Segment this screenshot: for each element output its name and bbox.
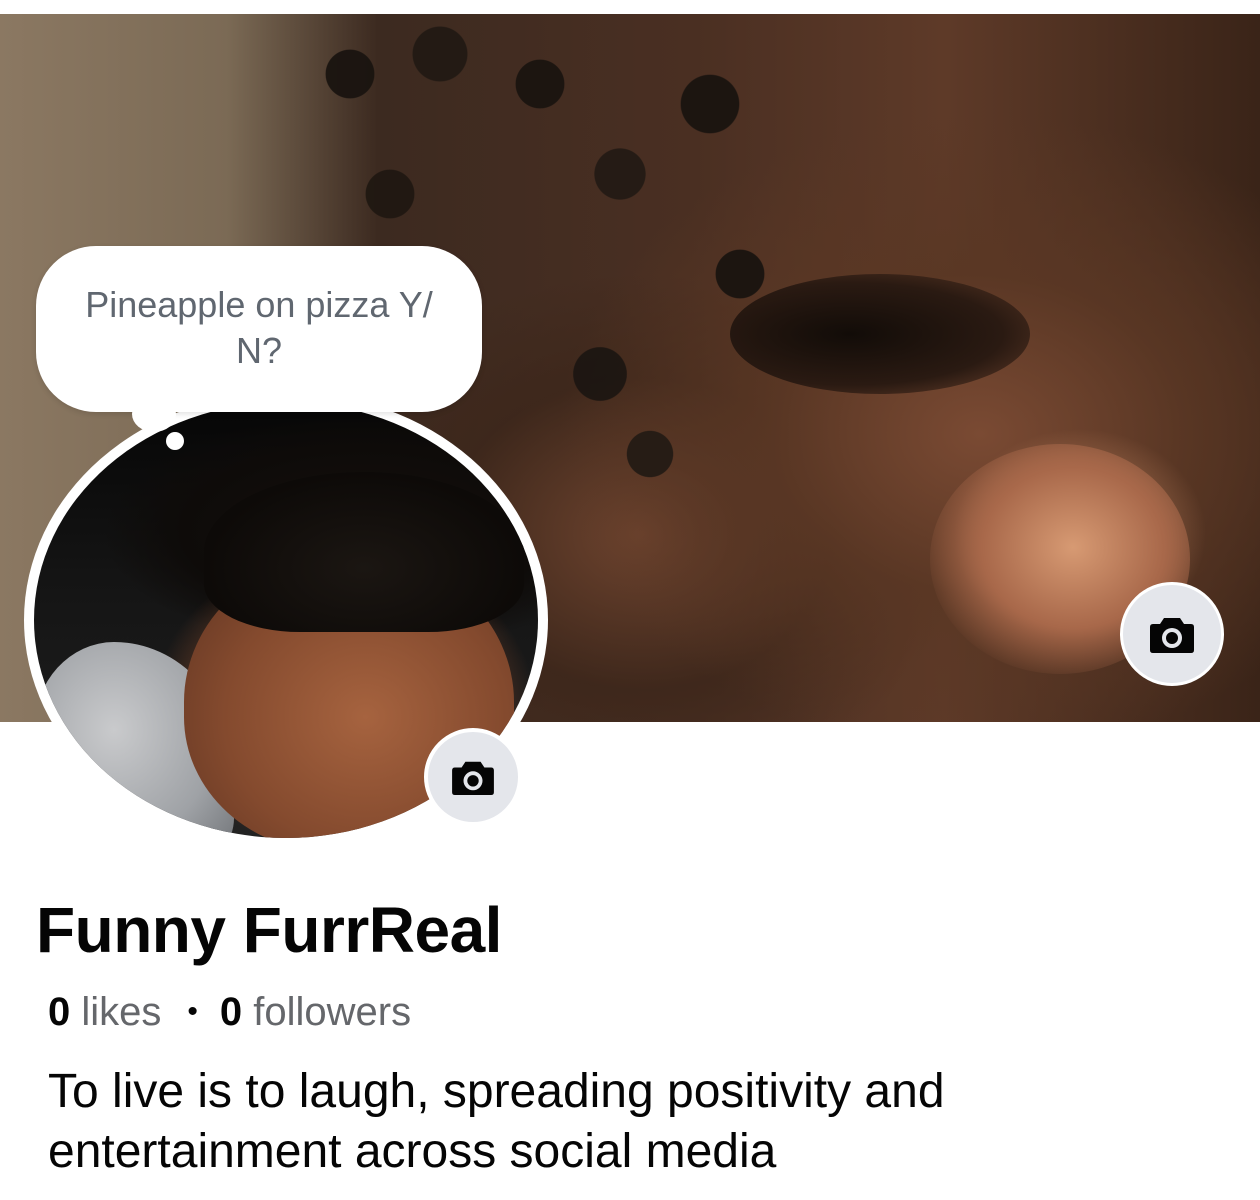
camera-icon: [1150, 618, 1194, 653]
thought-bubble-tail-small: [166, 432, 184, 450]
cover-photo-eye: [730, 274, 1030, 394]
followers-count: 0: [219, 990, 243, 1034]
stats-separator: •: [187, 995, 198, 1028]
likes-stat[interactable]: 0 likes: [48, 990, 161, 1034]
profile-page: Pineapple on pizza Y/ N? Funny FurrReal …: [0, 0, 1260, 1200]
status-text: Pineapple on pizza Y/ N?: [85, 284, 433, 371]
profile-picture-hair: [204, 472, 524, 632]
followers-stat[interactable]: 0 followers: [220, 990, 411, 1034]
profile-name: Funny FurrReal: [36, 894, 502, 966]
status-thought-bubble[interactable]: Pineapple on pizza Y/ N?: [36, 246, 482, 412]
followers-label: followers: [242, 990, 412, 1034]
profile-bio: To live is to laugh, spreading positivit…: [48, 1065, 945, 1178]
likes-label: likes: [70, 990, 162, 1034]
edit-profile-picture-button[interactable]: [424, 728, 522, 826]
edit-cover-photo-button[interactable]: [1120, 582, 1224, 686]
profile-stats: 0 likes • 0 followers: [48, 986, 411, 1038]
camera-icon: [452, 761, 494, 796]
likes-count: 0: [48, 990, 71, 1034]
thought-bubble-tail-large: [132, 396, 176, 432]
